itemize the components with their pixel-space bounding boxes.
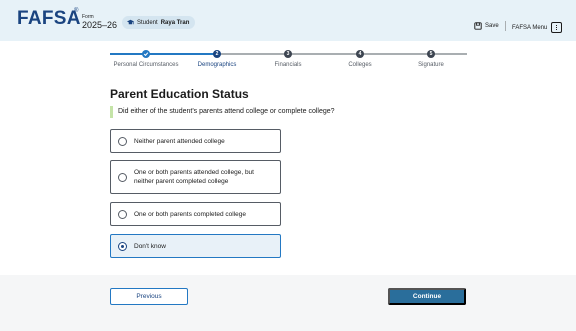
page-title: Parent Education Status <box>110 87 249 101</box>
previous-button[interactable]: Previous <box>110 288 188 305</box>
step-connector-3 <box>288 53 359 55</box>
page-footer <box>0 275 576 331</box>
fafsa-menu-button[interactable]: FAFSA Menu <box>512 22 563 33</box>
menu-label: FAFSA Menu <box>512 24 548 31</box>
site-header: FAFSA ® Form 2025–26 Student Raya Tran S… <box>0 0 576 41</box>
save-button[interactable]: Save <box>474 22 499 30</box>
option-label: One or both parents completed college <box>134 210 247 218</box>
option-attended-not-completed[interactable]: One or both parents attended college, bu… <box>110 160 281 194</box>
radio-button[interactable] <box>118 209 127 219</box>
step-label-financials: Financials <box>274 62 302 68</box>
step-label-colleges: Colleges <box>348 62 372 68</box>
radio-button[interactable] <box>118 136 127 146</box>
step-label-signature: Signature <box>418 62 444 68</box>
question-text: Did either of the student's parents atte… <box>110 106 335 118</box>
continue-button[interactable]: Continue <box>388 288 466 305</box>
option-neither-attended[interactable]: Neither parent attended college <box>110 129 281 153</box>
form-year: 2025–26 <box>82 20 118 30</box>
form-year-block: Form 2025–26 <box>82 14 117 30</box>
step-connector-5 <box>431 53 467 55</box>
save-label: Save <box>485 23 499 29</box>
step-label-demographics: Demographics <box>197 62 237 68</box>
option-label-line-1: One or both parents attended college, bu… <box>134 169 254 176</box>
step-3-indicator: 3 <box>284 50 292 58</box>
student-badge: Student Raya Tran <box>122 16 196 29</box>
step-5-indicator: 5 <box>427 50 435 58</box>
step-1-check-icon <box>142 50 150 58</box>
step-label-personal-circumstances: Personal Circumstances <box>113 62 179 68</box>
step-connector-2 <box>217 53 288 55</box>
radio-button-selected[interactable] <box>118 241 127 251</box>
student-name: Raya Tran <box>160 19 190 26</box>
radio-button[interactable] <box>118 172 127 182</box>
fafsa-logo[interactable]: FAFSA <box>17 8 81 30</box>
option-dont-know[interactable]: Don't know <box>110 234 281 258</box>
step-connector-4 <box>360 53 431 55</box>
step-connector-1 <box>146 53 217 55</box>
option-label: One or both parents attended college, bu… <box>134 168 254 186</box>
student-prefix: Student <box>137 19 158 26</box>
option-label-line-2: neither parent completed college <box>134 178 229 185</box>
option-label: Don't know <box>134 242 166 250</box>
step-2-indicator: 2 <box>213 50 221 58</box>
student-graduation-icon <box>127 19 134 25</box>
step-connector-0 <box>110 53 146 55</box>
registered-mark: ® <box>74 8 79 14</box>
save-icon <box>474 22 482 30</box>
progress-stepper: 2 3 4 5 Personal Circumstances Demograph… <box>110 50 467 70</box>
menu-dots-icon <box>551 22 563 33</box>
option-completed-college[interactable]: One or both parents completed college <box>110 202 281 226</box>
step-4-indicator: 4 <box>356 50 364 58</box>
option-label: Neither parent attended college <box>134 137 225 145</box>
header-divider <box>505 21 506 31</box>
